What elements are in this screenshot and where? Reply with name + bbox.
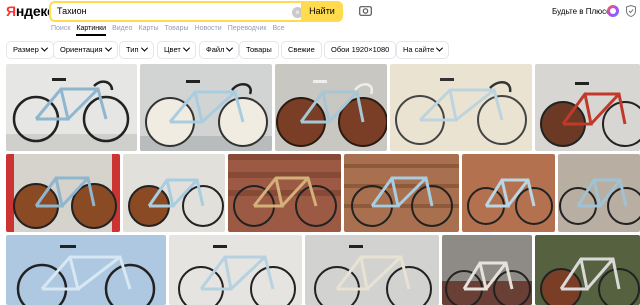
result-image[interactable] [123, 154, 225, 232]
result-image[interactable] [305, 235, 439, 305]
result-image[interactable] [442, 235, 532, 305]
tab-video[interactable]: Видео [112, 25, 132, 32]
result-image[interactable] [140, 64, 272, 151]
result-image[interactable] [535, 64, 640, 151]
filter-size[interactable]: Размер [6, 41, 54, 59]
tab-all[interactable]: Все [272, 25, 284, 32]
tab-translate[interactable]: Переводчик [228, 25, 267, 32]
filter-color[interactable]: Цвет [157, 41, 196, 59]
service-tabs: Поиск Картинки Видео Карты Товары Новости Пере… [51, 25, 291, 37]
filter-fresh[interactable]: Свежие [281, 41, 322, 59]
filter-file[interactable]: Файл [199, 41, 240, 59]
filter-wallpaper[interactable]: Обои 1920×1080 [324, 41, 397, 59]
search-box[interactable]: Тахион × Найти [49, 1, 343, 22]
result-image[interactable] [169, 235, 302, 305]
tab-images[interactable]: Картинки [76, 25, 107, 36]
plus-link[interactable]: Будьте в Плюсе [552, 7, 611, 16]
tab-maps[interactable]: Карты [139, 25, 159, 32]
yandex-logo[interactable]: Яндекс [6, 3, 55, 19]
result-image[interactable] [344, 154, 459, 232]
result-image[interactable] [390, 64, 532, 151]
result-image[interactable] [535, 235, 640, 305]
tab-search[interactable]: Поиск [51, 25, 70, 32]
result-image[interactable] [6, 154, 120, 232]
search-input[interactable]: Тахион [57, 6, 87, 16]
filter-type[interactable]: Тип [119, 41, 154, 59]
result-image[interactable] [228, 154, 341, 232]
result-image[interactable] [462, 154, 555, 232]
result-image[interactable] [275, 64, 387, 151]
result-image[interactable] [558, 154, 640, 232]
result-image[interactable] [6, 235, 166, 305]
tab-news[interactable]: Новости [195, 25, 222, 32]
filter-goods[interactable]: Товары [239, 41, 279, 59]
filter-site[interactable]: На сайте [396, 41, 450, 59]
filter-orientation[interactable]: Ориентация [53, 41, 118, 59]
search-button[interactable]: Найти [301, 1, 343, 22]
camera-icon[interactable] [359, 5, 372, 16]
shield-icon[interactable] [626, 5, 636, 17]
tab-goods[interactable]: Товары [164, 25, 188, 32]
result-image[interactable] [6, 64, 137, 151]
plus-badge-icon[interactable] [607, 5, 619, 17]
